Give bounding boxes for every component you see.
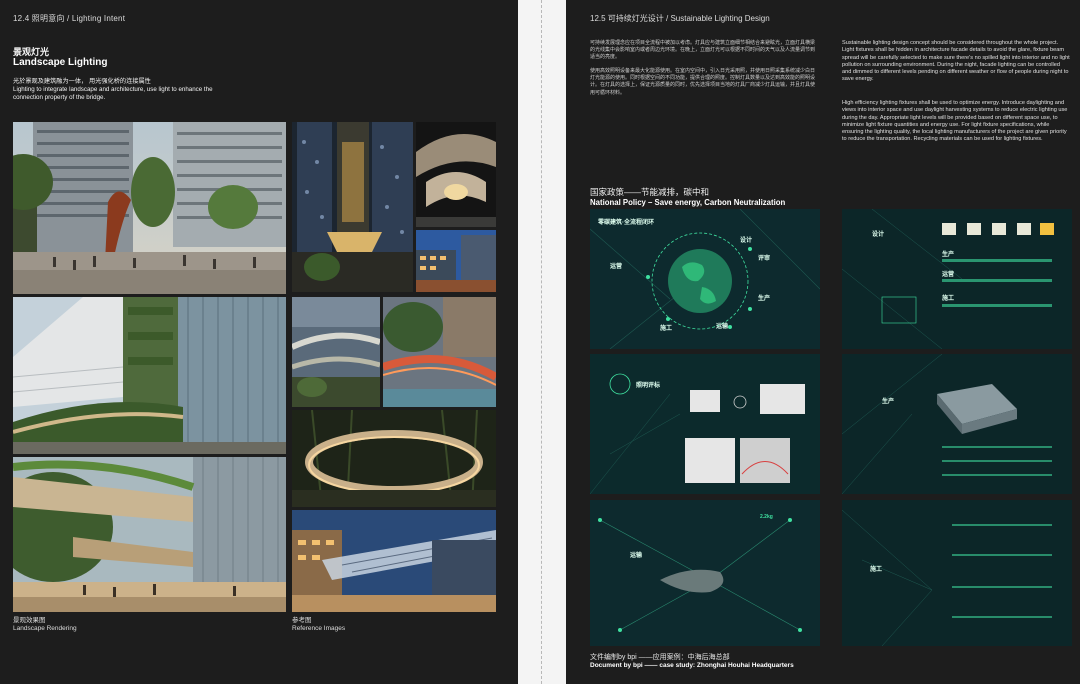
- rendering-plaza-photo: [13, 122, 286, 294]
- footer-en: Document by bpi —— case study: Zhonghai …: [590, 662, 794, 669]
- caption-cn: 景观效果图: [13, 617, 46, 624]
- left-page: 12.4 照明意向 / Lighting Intent 景观灯光 Landsca…: [0, 0, 518, 684]
- page-gutter: [518, 0, 566, 684]
- landscape-rendering-caption: 景观效果图 Landscape Rendering: [13, 617, 77, 633]
- reference-skywalk-photo: [292, 297, 380, 407]
- intro-text: 光於景观及建筑融为一体， 用光强化桥的连接属性 Lighting to inte…: [13, 78, 253, 102]
- transport-panel: 运输 2.2kg: [590, 500, 820, 646]
- lifecycle-globe-panel: 零碳建筑·全流程闭环 设计 运营 评审 生产 施工 运输: [590, 209, 820, 349]
- reference-organic-structure-photo: [416, 122, 496, 227]
- panel-label: 生产: [882, 399, 895, 405]
- panel-label: 设计: [872, 232, 885, 238]
- right-page-header: 12.5 可持续灯光设计 / Sustainable Lighting Desi…: [590, 14, 770, 23]
- panel-label: 施工: [870, 567, 883, 573]
- intro-line: connection property of the bridge.: [13, 94, 106, 101]
- panel-label: 施工: [660, 326, 673, 332]
- national-policy-title-cn: 国家政策——节能减排，碳中和: [590, 187, 710, 197]
- construction-panel: 施工: [842, 500, 1072, 646]
- intro-line: 光於景观及建筑融为一体， 用光强化桥的连接属性: [13, 78, 151, 85]
- caption-en: Reference Images: [292, 625, 346, 632]
- center-fold-line: [541, 0, 542, 684]
- panel-label: 零碳建筑·全流程闭环: [598, 220, 654, 226]
- caption-cn: 参考图: [292, 617, 312, 624]
- reference-canopy-photo: [292, 510, 496, 612]
- national-policy-title-en: National Policy – Save energy, Carbon Ne…: [590, 198, 786, 207]
- design-products-panel: 设计 生产 运营 施工: [842, 209, 1072, 349]
- cn-paragraph: 使用高效照明设备来最大化能源使用。在室内空间中，引入日光采用照，并使用日照采集系…: [590, 68, 816, 96]
- intro-line: Lighting to integrate landscape and arch…: [13, 86, 213, 93]
- production-panel: 生产: [842, 354, 1072, 494]
- reference-ring-walkway-photo: [292, 410, 496, 507]
- panel-label: 运输: [630, 553, 643, 559]
- reference-night-facade-photo: [292, 122, 413, 292]
- panel-label: 评审: [758, 256, 771, 262]
- panel-label: 照明评标: [636, 383, 661, 389]
- rendering-green-towers-photo: [13, 297, 286, 454]
- panel-label: 运营: [610, 264, 623, 270]
- reference-blue-dusk-photo: [416, 230, 496, 292]
- left-page-header: 12.4 照明意向 / Lighting Intent: [13, 14, 126, 23]
- panel-label: 2.2kg: [760, 514, 773, 520]
- lighting-evaluation-panel: 照明评标: [590, 354, 820, 494]
- cn-paragraph: 可持续发展理念应在项目全流程中被加以考虑。灯具应与建筑立面细节相结合来避眩光，立…: [590, 40, 816, 61]
- footer-cn: 文件编制by bpi ——应用案例：中海后海总部: [590, 654, 730, 661]
- caption-en: Landscape Rendering: [13, 625, 77, 632]
- panel-label: 设计: [740, 238, 753, 244]
- panel-label: 运输: [716, 324, 729, 330]
- en-paragraph: High efficiency lighting fixtures shall …: [842, 100, 1068, 143]
- right-page: 12.5 可持续灯光设计 / Sustainable Lighting Desi…: [566, 0, 1080, 684]
- panel-label: 生产: [758, 296, 771, 302]
- section-title-en: Landscape Lighting: [13, 57, 108, 68]
- reference-images-caption: 参考图 Reference Images: [292, 617, 345, 633]
- panel-label: 生产: [942, 252, 955, 258]
- panel-label: 运营: [942, 272, 955, 278]
- panel-label: 施工: [942, 296, 955, 302]
- en-paragraph: Sustainable lighting design concept shou…: [842, 40, 1070, 83]
- reference-red-bridge-photo: [383, 297, 496, 407]
- rendering-bridge-photo: [13, 457, 286, 612]
